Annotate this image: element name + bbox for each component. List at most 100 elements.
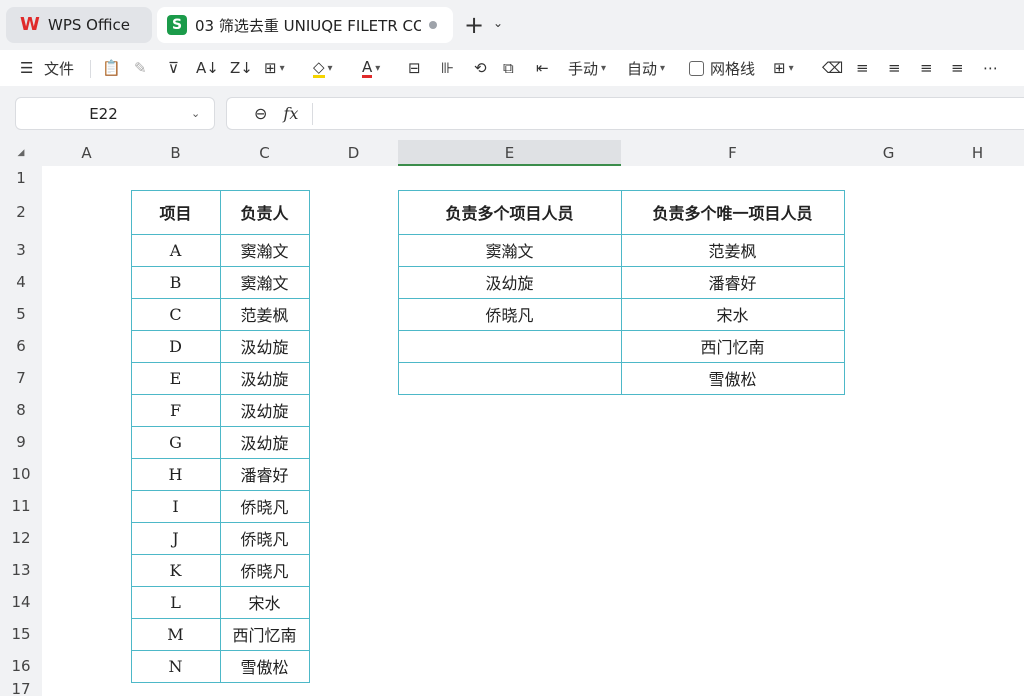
auto-button[interactable]: 自动 ▾ [627, 56, 665, 80]
table-cell-project[interactable]: C [131, 298, 220, 330]
font-color-icon[interactable]: A ▾ [362, 56, 380, 80]
table-cell-project[interactable]: I [131, 490, 220, 522]
file-menu-button[interactable]: 文件 [44, 56, 74, 80]
gridlines-toggle[interactable]: 网格线 [689, 56, 755, 80]
filter-icon[interactable]: ⊽ [168, 56, 179, 80]
row-header-11[interactable]: 11 [0, 490, 42, 522]
fill-color-icon[interactable]: ◇ ▾ [313, 56, 333, 80]
table-cell-project[interactable]: F [131, 394, 220, 426]
spreadsheet-grid[interactable]: ◢ ABCDEFGH 1 2 3 4 5 6 7 8 9 10 11 12 13 14 15 16 17 项目负… [0, 140, 1024, 696]
table-cell-project[interactable]: G [131, 426, 220, 458]
fx-icon[interactable]: fx [283, 104, 298, 123]
table-cell-owner[interactable]: 西门忆南 [220, 618, 309, 650]
row-header-9[interactable]: 9 [0, 426, 42, 458]
row-header-5[interactable]: 5 [0, 298, 42, 330]
menu-icon[interactable]: ☰ [20, 56, 33, 80]
table-cell-project[interactable]: L [131, 586, 220, 618]
table-cell-owner[interactable]: 汲幼旋 [220, 426, 309, 458]
column-header-C[interactable]: C [220, 140, 309, 166]
row-header-12[interactable]: 12 [0, 522, 42, 554]
row-header-15[interactable]: 15 [0, 618, 42, 650]
borders-icon[interactable]: ⊞ ▾ [264, 56, 285, 80]
justify-icon[interactable]: ≡ [951, 56, 964, 80]
table-cell-unique-project[interactable]: 西门忆南 [621, 330, 844, 362]
row-header-13[interactable]: 13 [0, 554, 42, 586]
column-header-F[interactable]: F [621, 140, 844, 166]
table-cell-project[interactable]: D [131, 330, 220, 362]
column-header-B[interactable]: B [131, 140, 220, 166]
row-header-2[interactable]: 2 [0, 190, 42, 234]
select-all-icon[interactable]: ◢ [0, 140, 42, 166]
table-style-icon[interactable]: ⊞ ▾ [773, 56, 794, 80]
table-cell-owner[interactable]: 侨晓凡 [220, 554, 309, 586]
tab-wps-office[interactable]: W WPS Office [6, 7, 152, 43]
more-icon[interactable]: ⋯ [983, 56, 998, 80]
table-cell-multi-project[interactable] [398, 362, 621, 394]
align-center-icon[interactable]: ≡ [888, 56, 901, 80]
table-cell-owner[interactable]: 汲幼旋 [220, 330, 309, 362]
row-header-1[interactable]: 1 [0, 166, 42, 190]
column-header-A[interactable]: A [42, 140, 131, 166]
row-header-7[interactable]: 7 [0, 362, 42, 394]
row-header-8[interactable]: 8 [0, 394, 42, 426]
table-cell-unique-project[interactable]: 宋水 [621, 298, 844, 330]
table-cell-owner[interactable]: 窦瀚文 [220, 266, 309, 298]
zoom-icon[interactable]: ⊖ [254, 104, 267, 123]
table-cell-multi-project[interactable] [398, 330, 621, 362]
name-box[interactable]: E22 ⌄ [15, 97, 215, 130]
table-cell-project[interactable]: M [131, 618, 220, 650]
align-left-icon[interactable]: ≡ [856, 56, 869, 80]
table-cell-project[interactable]: J [131, 522, 220, 554]
table-cell-owner[interactable]: 宋水 [220, 586, 309, 618]
table-cell-multi-project[interactable]: 汲幼旋 [398, 266, 621, 298]
table-cell-owner[interactable]: 潘睿好 [220, 458, 309, 490]
clear-format-icon[interactable]: ⌫ [822, 56, 843, 80]
wrap-text-icon[interactable]: ⊟ [408, 56, 421, 80]
table-header-owner[interactable]: 负责人 [220, 190, 309, 234]
table-cell-owner[interactable]: 雪傲松 [220, 650, 309, 682]
plus-icon[interactable]: + [464, 13, 484, 37]
chevron-down-icon[interactable]: ⌄ [493, 16, 503, 30]
row-header-17[interactable]: 17 [0, 682, 42, 696]
table-cell-multi-project[interactable]: 侨晓凡 [398, 298, 621, 330]
table-cell-multi-project[interactable]: 窦瀚文 [398, 234, 621, 266]
chevron-down-icon[interactable]: ⌄ [191, 107, 200, 120]
sort-descending-icon[interactable]: Z↓ [230, 56, 253, 80]
freeze-icon[interactable]: ⇤ [536, 56, 549, 80]
paste-values-icon[interactable]: 📋 [102, 56, 121, 80]
unsaved-dot-icon[interactable] [429, 21, 437, 29]
table-header-project[interactable]: 项目 [131, 190, 220, 234]
column-header-D[interactable]: D [309, 140, 398, 166]
table-cell-project[interactable]: H [131, 458, 220, 490]
table-cell-owner[interactable]: 窦瀚文 [220, 234, 309, 266]
tab-document[interactable]: S 03 筛选去重 UNIUQE FILETR COUNTIF [157, 7, 453, 43]
table-cell-project[interactable]: K [131, 554, 220, 586]
table-cell-unique-project[interactable]: 潘睿好 [621, 266, 844, 298]
table-cell-owner[interactable]: 侨晓凡 [220, 490, 309, 522]
table-cell-owner[interactable]: 范姜枫 [220, 298, 309, 330]
table-cell-unique-project[interactable]: 雪傲松 [621, 362, 844, 394]
rotate-icon[interactable]: ⟲ [474, 56, 487, 80]
manual-button[interactable]: 手动 ▾ [568, 56, 606, 80]
table-cell-unique-project[interactable]: 范姜枫 [621, 234, 844, 266]
row-header-3[interactable]: 3 [0, 234, 42, 266]
column-header-G[interactable]: G [844, 140, 933, 166]
table-header-multi-project[interactable]: 负责多个项目人员 [398, 190, 621, 234]
row-header-4[interactable]: 4 [0, 266, 42, 298]
table-header-unique-project[interactable]: 负责多个唯一项目人员 [621, 190, 844, 234]
column-header-E[interactable]: E [398, 140, 621, 166]
merge-icon[interactable]: ⧉ [503, 56, 514, 80]
formula-input[interactable]: ⊖ fx [226, 97, 1024, 130]
table-cell-project[interactable]: B [131, 266, 220, 298]
table-cell-project[interactable]: E [131, 362, 220, 394]
table-cell-project[interactable]: A [131, 234, 220, 266]
row-header-10[interactable]: 10 [0, 458, 42, 490]
checkbox-icon[interactable] [689, 60, 704, 76]
table-cell-owner[interactable]: 汲幼旋 [220, 362, 309, 394]
column-header-H[interactable]: H [933, 140, 1022, 166]
table-cell-owner[interactable]: 汲幼旋 [220, 394, 309, 426]
paste-format-icon[interactable]: ✎ [134, 56, 147, 80]
row-header-6[interactable]: 6 [0, 330, 42, 362]
column-width-icon[interactable]: ⊪ [441, 56, 454, 80]
table-cell-project[interactable]: N [131, 650, 220, 682]
